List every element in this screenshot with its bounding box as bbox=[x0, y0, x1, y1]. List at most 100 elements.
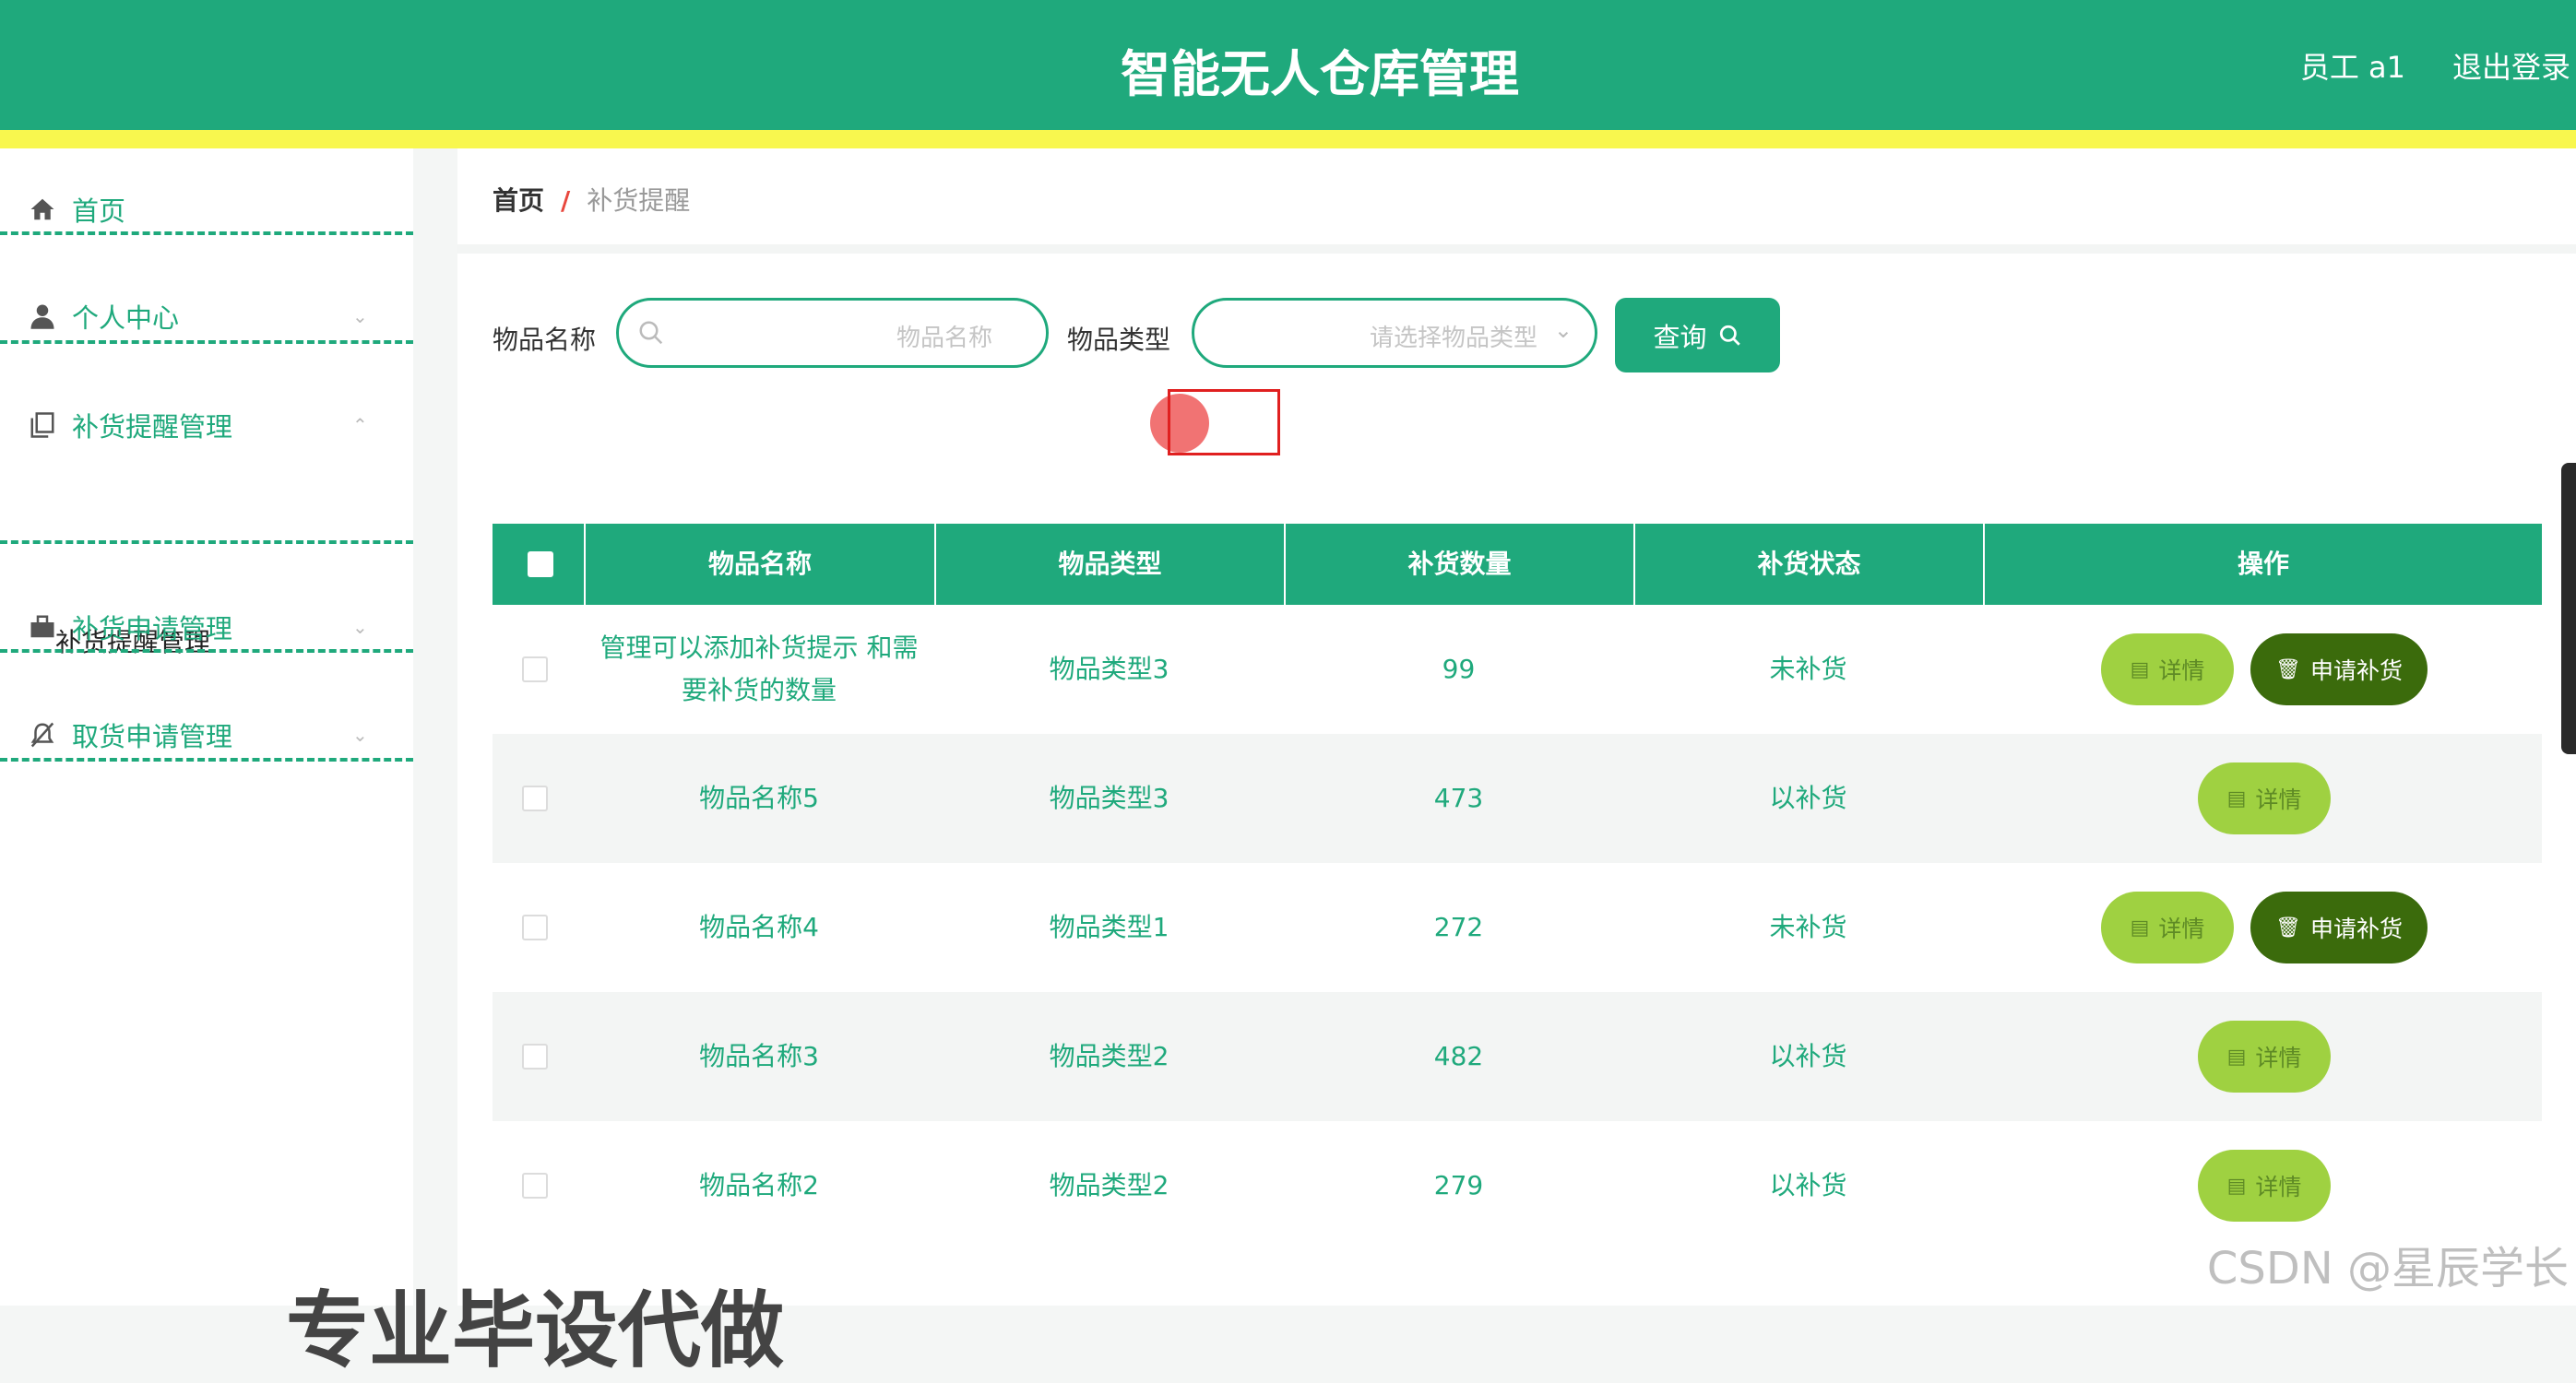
divider bbox=[0, 649, 413, 653]
home-icon bbox=[28, 195, 57, 224]
item-type-label: 物品类型 bbox=[1067, 325, 1171, 355]
cell-status: 以补货 bbox=[1769, 783, 1847, 813]
table-header: 物品名称 物品类型 补货数量 补货状态 操作 bbox=[493, 524, 2542, 605]
detail-button-label: 详情 bbox=[2255, 1045, 2302, 1071]
row-checkbox[interactable] bbox=[522, 915, 548, 940]
chevron-down-icon: ⌄ bbox=[352, 724, 368, 746]
divider bbox=[0, 340, 413, 344]
cell-status: 未补货 bbox=[1769, 912, 1847, 942]
sidebar-item-personal-center[interactable]: 个人中心 ⌄ bbox=[0, 289, 413, 344]
document-icon: ▤ bbox=[2226, 786, 2247, 810]
divider bbox=[457, 244, 2576, 254]
briefcase-icon bbox=[28, 612, 57, 642]
column-header-qty: 补货数量 bbox=[1284, 524, 1633, 605]
cursor-indicator-box bbox=[1168, 389, 1280, 455]
item-name-placeholder: 物品名称 bbox=[896, 325, 992, 352]
cell-status: 以补货 bbox=[1769, 1170, 1847, 1200]
sidebar-item-restock-reminder[interactable]: 补货提醒管理 ⌃ bbox=[0, 397, 413, 453]
sidebar-item-label: 取货申请管理 bbox=[72, 721, 233, 752]
trash-icon: 🗑 bbox=[2275, 657, 2301, 681]
bell-off-icon bbox=[28, 720, 57, 750]
item-name-label: 物品名称 bbox=[493, 325, 597, 355]
row-checkbox[interactable] bbox=[522, 1173, 548, 1199]
cell-qty: 99 bbox=[1442, 654, 1476, 684]
user-icon bbox=[28, 301, 57, 331]
chevron-down-icon: ⌄ bbox=[352, 305, 368, 327]
table-row: 物品名称2 物品类型2 279 以补货 ▤ 详情 bbox=[493, 1121, 2542, 1250]
apply-button-label: 申请补货 bbox=[2309, 916, 2403, 942]
row-checkbox[interactable] bbox=[522, 1044, 548, 1070]
detail-button-label: 详情 bbox=[2255, 1174, 2302, 1200]
table-row: 物品名称5 物品类型3 473 以补货 ▤ 详情 bbox=[493, 734, 2542, 863]
detail-button[interactable]: ▤ 详情 bbox=[2198, 1150, 2331, 1222]
cell-qty: 279 bbox=[1433, 1170, 1484, 1200]
document-icon: ▤ bbox=[2130, 916, 2150, 940]
item-type-select[interactable]: 请选择物品类型 ⌄ bbox=[1192, 298, 1597, 368]
item-type-placeholder: 请选择物品类型 bbox=[1369, 325, 1537, 352]
sidebar: 首页 个人中心 ⌄ 补货提醒管理 ⌃ 补货提醒管理 补货申请管理 ⌄ 取货申请管… bbox=[0, 148, 413, 1306]
select-all-checkbox[interactable] bbox=[528, 551, 553, 577]
detail-button-label: 详情 bbox=[2158, 657, 2205, 684]
cell-status: 以补货 bbox=[1769, 1041, 1847, 1071]
breadcrumb-home[interactable]: 首页 bbox=[493, 185, 544, 216]
search-icon bbox=[1718, 324, 1742, 348]
breadcrumb: 首页 / 补货提醒 bbox=[493, 181, 690, 218]
column-header-type: 物品类型 bbox=[934, 524, 1284, 605]
sidebar-item-label: 个人中心 bbox=[72, 302, 180, 334]
detail-button[interactable]: ▤ 详情 bbox=[2101, 633, 2234, 705]
cell-name: 物品名称4 bbox=[699, 912, 819, 942]
search-button[interactable]: 查询 bbox=[1615, 298, 1780, 372]
cell-name: 物品名称3 bbox=[699, 1041, 819, 1071]
cell-qty: 482 bbox=[1433, 1041, 1484, 1071]
sidebar-item-label: 补货申请管理 bbox=[72, 613, 233, 644]
chevron-down-icon: ⌄ bbox=[1553, 317, 1573, 343]
sidebar-item-label: 补货提醒管理 bbox=[72, 411, 233, 443]
sidebar-item-pickup-request[interactable]: 取货申请管理 ⌄ bbox=[0, 707, 413, 762]
cell-status: 未补货 bbox=[1769, 654, 1847, 684]
cell-type: 物品类型3 bbox=[1049, 783, 1169, 813]
column-header-status: 补货状态 bbox=[1633, 524, 1983, 605]
search-button-label: 查询 bbox=[1653, 321, 1707, 353]
cell-type: 物品类型2 bbox=[1049, 1170, 1169, 1200]
video-overlay-caption: 专业毕设代做 bbox=[286, 1283, 784, 1379]
cell-type: 物品类型2 bbox=[1049, 1041, 1169, 1071]
sidebar-item-home[interactable]: 首页 bbox=[0, 182, 413, 237]
table-row: 管理可以添加补货提示 和需要补货的数量 物品类型3 99 未补货 ▤ 详情 🗑 申请… bbox=[493, 605, 2542, 734]
chevron-down-icon: ⌄ bbox=[352, 616, 368, 638]
detail-button[interactable]: ▤ 详情 bbox=[2101, 892, 2234, 963]
divider bbox=[0, 231, 413, 235]
row-checkbox[interactable] bbox=[522, 656, 548, 682]
cell-name: 物品名称2 bbox=[699, 1170, 819, 1200]
detail-button[interactable]: ▤ 详情 bbox=[2198, 1021, 2331, 1093]
breadcrumb-current: 补货提醒 bbox=[587, 185, 691, 216]
app-title: 智能无人仓库管理 bbox=[1121, 45, 1519, 103]
divider bbox=[0, 540, 413, 544]
breadcrumb-separator: / bbox=[561, 185, 571, 216]
apply-restock-button[interactable]: 🗑 申请补货 bbox=[2250, 633, 2428, 705]
top-header: 智能无人仓库管理 员工 a1 退出登录 bbox=[0, 0, 2576, 130]
row-checkbox[interactable] bbox=[522, 786, 548, 811]
chevron-up-icon: ⌃ bbox=[352, 414, 368, 436]
cell-type: 物品类型1 bbox=[1049, 912, 1169, 942]
detail-button[interactable]: ▤ 详情 bbox=[2198, 762, 2331, 834]
document-icon: ▤ bbox=[2226, 1045, 2247, 1069]
sidebar-item-restock-request[interactable]: 补货申请管理 ⌄ bbox=[0, 599, 413, 655]
detail-button-label: 详情 bbox=[2158, 916, 2205, 942]
table-row: 物品名称4 物品类型1 272 未补货 ▤ 详情 🗑 申请补货 bbox=[493, 863, 2542, 992]
table-row: 物品名称3 物品类型2 482 以补货 ▤ 详情 bbox=[493, 992, 2542, 1121]
copy-icon bbox=[28, 410, 57, 440]
item-name-input[interactable]: 物品名称 bbox=[616, 298, 1049, 368]
cell-type: 物品类型3 bbox=[1049, 654, 1169, 684]
detail-button-label: 详情 bbox=[2255, 786, 2302, 813]
logout-button[interactable]: 退出登录 bbox=[2452, 44, 2570, 87]
column-header-name: 物品名称 bbox=[584, 524, 934, 605]
scrollbar-handle[interactable] bbox=[2561, 463, 2576, 754]
sidebar-item-label: 首页 bbox=[72, 195, 126, 227]
header-accent-bar bbox=[0, 130, 2576, 148]
divider bbox=[0, 758, 413, 762]
cell-name: 管理可以添加补货提示 和需要补货的数量 bbox=[599, 632, 919, 705]
apply-restock-button[interactable]: 🗑 申请补货 bbox=[2250, 892, 2428, 963]
cell-qty: 272 bbox=[1433, 912, 1484, 942]
watermark: CSDN @星辰学长 bbox=[2206, 1243, 2569, 1294]
apply-button-label: 申请补货 bbox=[2309, 657, 2403, 684]
